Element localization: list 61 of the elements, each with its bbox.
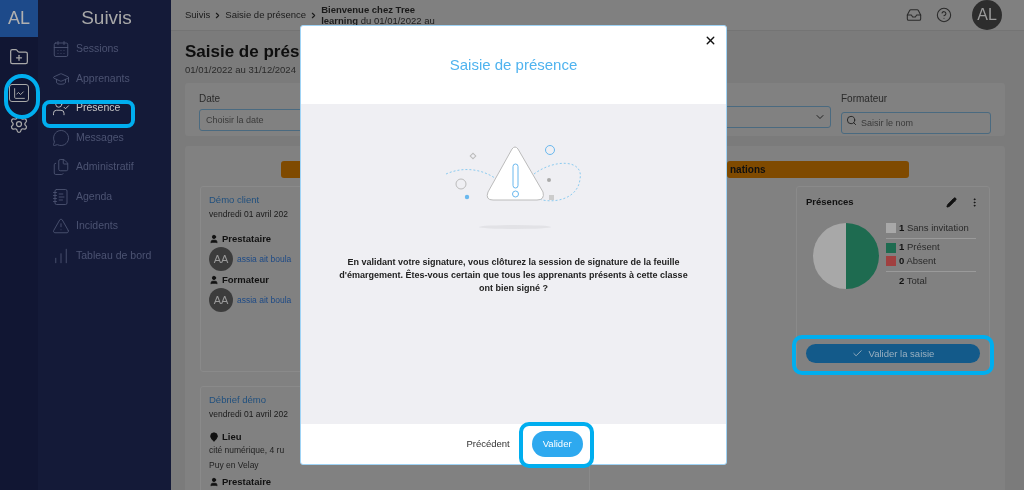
inbox-icon[interactable] <box>906 7 922 23</box>
map-pin-icon <box>209 431 219 442</box>
validate-button[interactable]: Valider <box>531 431 583 457</box>
section-heading: Prestataire <box>222 476 272 489</box>
highlight-ring <box>4 74 40 119</box>
card-title: Présences <box>806 195 854 210</box>
address-line: cité numérique, 4 ru <box>209 444 285 458</box>
search-icon <box>846 114 857 126</box>
chat-bubble-icon <box>52 128 70 147</box>
documents-icon <box>52 158 70 177</box>
modal-title: Saisie de présence <box>449 54 578 75</box>
section-heading: Lieu <box>222 430 242 444</box>
folder-plus-icon[interactable] <box>9 47 29 67</box>
previous-button[interactable]: Précédent <box>466 436 510 452</box>
help-icon[interactable] <box>936 7 952 23</box>
pie-slice <box>846 222 879 289</box>
breadcrumb-link[interactable]: Suivis <box>185 7 211 23</box>
warning-icon <box>52 217 70 236</box>
chart-folder-icon[interactable] <box>9 84 29 102</box>
user-avatar[interactable]: AL <box>972 0 1002 30</box>
bar-chart-icon <box>52 246 70 265</box>
calendar-icon <box>52 40 70 59</box>
session-date: vendredi 01 avril 202 <box>209 408 288 422</box>
legend-label: 1 Présent <box>899 240 940 255</box>
sidebar-item[interactable]: Messages <box>52 125 171 150</box>
sidebar-item[interactable]: Présence <box>52 96 171 121</box>
sidebar-item[interactable]: Administratif <box>52 155 171 180</box>
session-date: vendredi 01 avril 202 <box>209 208 288 222</box>
page-title: Saisie de prés <box>185 41 300 63</box>
person-icon <box>209 234 219 245</box>
confirmation-message: En validant votre signature, vous clôturez la session de signature de la feuille d'émargement. Êtes-vous certain que tous les apprenants présents à cette classe ont bien signé ? <box>338 256 689 295</box>
validate-entry-button[interactable]: Valider la saisie <box>806 344 980 364</box>
person-icon <box>209 275 219 286</box>
address-line: Puy en Velay <box>209 459 259 473</box>
search-field[interactable]: Saisir le nom <box>841 112 991 135</box>
section-heading: Prestataire <box>222 233 272 246</box>
pie-slice <box>813 222 846 289</box>
field-label: Date <box>199 92 222 107</box>
session-title[interactable]: Débrief démo <box>209 393 267 407</box>
sidebar-title: Suivis <box>81 6 132 31</box>
person-link[interactable]: assia ait boula <box>237 293 292 307</box>
avatar: AA <box>209 247 233 272</box>
close-icon[interactable] <box>704 34 717 47</box>
page-subtitle: 01/01/2022 au 31/12/2024 <box>185 63 296 77</box>
person-link[interactable]: assia ait boula <box>237 252 292 266</box>
breadcrumb-current: Bienvenue chez Tree learning du 01/01/2022 au <box>321 4 436 26</box>
sidebar-item[interactable]: Apprenants <box>52 66 171 91</box>
section-heading: Formateur <box>222 274 269 287</box>
sidebar-item[interactable]: Agenda <box>52 184 171 209</box>
legend-label: 0 Absent <box>899 253 936 268</box>
person-icon <box>209 477 219 488</box>
breadcrumb-link[interactable]: Saisie de présence <box>225 7 307 23</box>
notebook-icon <box>52 187 70 206</box>
legend-label: 1 Sans invitation <box>899 220 969 235</box>
session-title[interactable]: Démo client <box>209 193 260 207</box>
app-logo: AL <box>0 0 38 37</box>
field-label: Formateur <box>841 92 889 107</box>
legend-total: 2 Total <box>899 274 927 286</box>
pencil-icon[interactable] <box>946 196 957 208</box>
banner-button[interactable]: nations <box>727 161 909 179</box>
avatar: AA <box>209 288 233 313</box>
